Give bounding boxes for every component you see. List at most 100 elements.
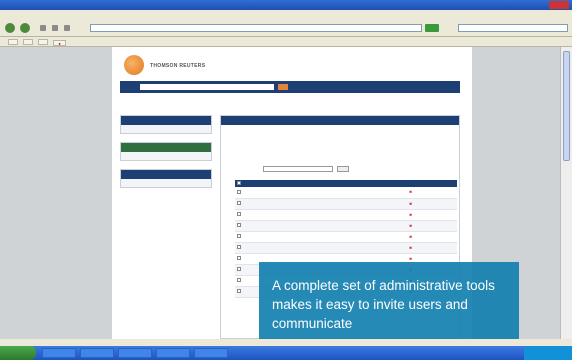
taskbar-item[interactable] <box>42 348 76 358</box>
home-icon[interactable] <box>64 25 70 31</box>
table-row: ✖ <box>235 242 457 254</box>
box-links <box>121 152 211 160</box>
delete-icon[interactable]: ✖ <box>409 213 412 217</box>
browser-menu-bar <box>0 10 572 19</box>
column-header[interactable] <box>349 180 379 187</box>
scrollbar-thumb[interactable] <box>563 51 570 161</box>
search-go-button[interactable] <box>278 84 288 90</box>
user-location <box>349 231 379 243</box>
box-links <box>121 179 211 187</box>
favorite-icon: ● <box>58 41 61 46</box>
user-email <box>321 209 350 221</box>
windows-taskbar <box>0 346 572 360</box>
thomson-reuters-logo[interactable] <box>124 55 144 75</box>
user-email <box>321 198 350 210</box>
row-checkbox[interactable] <box>237 212 241 216</box>
bookmark-item[interactable]: ● <box>53 40 66 46</box>
user-name[interactable] <box>292 231 322 243</box>
row-checkbox[interactable] <box>237 267 241 271</box>
user-name[interactable] <box>292 209 322 221</box>
user-email <box>321 187 350 199</box>
filter-button[interactable] <box>337 166 349 172</box>
user-location <box>349 198 379 210</box>
brand-name: THOMSON REUTERS <box>150 63 206 69</box>
user-count <box>378 231 408 243</box>
taskbar-item[interactable] <box>80 348 114 358</box>
row-checkbox[interactable] <box>237 245 241 249</box>
row-checkbox[interactable] <box>237 256 241 260</box>
delete-icon[interactable]: ✖ <box>409 257 412 261</box>
delete-icon[interactable]: ✖ <box>409 224 412 228</box>
column-header[interactable] <box>321 180 350 187</box>
box-title <box>121 143 211 152</box>
bookmarks-bar: ● <box>0 37 572 47</box>
taskbar-item[interactable] <box>118 348 152 358</box>
user-email <box>321 220 350 232</box>
system-tray <box>524 346 572 360</box>
delete-icon[interactable]: ✖ <box>409 190 412 194</box>
browser-status-bar <box>0 339 572 346</box>
browser-search-input[interactable] <box>458 24 568 32</box>
bookmark-item[interactable] <box>23 39 34 45</box>
row-checkbox[interactable] <box>237 289 241 293</box>
taskbar-item[interactable] <box>194 348 228 358</box>
box-links <box>121 125 211 133</box>
address-bar[interactable] <box>90 24 422 32</box>
column-header[interactable] <box>378 180 408 187</box>
left-column <box>120 115 212 196</box>
delete-icon[interactable]: ✖ <box>409 235 412 239</box>
user-name[interactable] <box>292 242 322 254</box>
bookmark-item[interactable] <box>38 39 49 45</box>
user-name[interactable] <box>292 187 322 199</box>
bookmark-item[interactable] <box>8 39 18 45</box>
lists-box <box>120 142 212 161</box>
panel-title <box>221 116 459 125</box>
window-close-button[interactable] <box>549 1 569 9</box>
windows-start-icon[interactable] <box>0 346 36 360</box>
row-checkbox[interactable] <box>237 234 241 238</box>
delete-icon[interactable]: ✖ <box>409 246 412 250</box>
user-count <box>378 242 408 254</box>
taskbar-item[interactable] <box>156 348 190 358</box>
breadcrumb <box>120 99 150 104</box>
user-count <box>378 187 408 199</box>
accounts-box <box>120 115 212 134</box>
forward-arrow-icon[interactable] <box>20 23 30 33</box>
box-title <box>121 116 211 125</box>
table-header-row <box>235 180 457 187</box>
user-count <box>378 209 408 221</box>
user-email <box>321 242 350 254</box>
user-count <box>378 198 408 210</box>
row-checkbox[interactable] <box>237 223 241 227</box>
stop-icon[interactable] <box>40 25 46 31</box>
table-row: ✖ <box>235 209 457 221</box>
refresh-icon[interactable] <box>52 25 58 31</box>
site-search-input[interactable] <box>140 84 274 90</box>
user-location <box>349 209 379 221</box>
vertical-scrollbar[interactable] <box>560 47 572 339</box>
user-name[interactable] <box>292 220 322 232</box>
filter-input[interactable] <box>263 166 333 172</box>
table-row: ✖ <box>235 231 457 243</box>
browser-toolbar <box>0 19 572 37</box>
table-row: ✖ <box>235 220 457 232</box>
row-checkbox[interactable] <box>237 278 241 282</box>
user-location <box>349 187 379 199</box>
row-checkbox[interactable] <box>237 189 241 194</box>
user-count <box>378 220 408 232</box>
go-icon[interactable] <box>425 24 439 32</box>
user-location <box>349 242 379 254</box>
panel-intro <box>221 125 459 133</box>
select-all-checkbox[interactable] <box>237 181 241 185</box>
table-row: ✖ <box>235 198 457 210</box>
column-header[interactable] <box>292 180 322 187</box>
back-arrow-icon[interactable] <box>5 23 15 33</box>
column-header[interactable] <box>407 180 457 187</box>
row-checkbox[interactable] <box>237 201 241 205</box>
site-search-band <box>120 81 460 93</box>
user-name[interactable] <box>292 198 322 210</box>
table-row: ✖ <box>235 187 457 199</box>
user-email <box>321 231 350 243</box>
browser-title-bar <box>0 0 572 10</box>
delete-icon[interactable]: ✖ <box>409 202 412 206</box>
